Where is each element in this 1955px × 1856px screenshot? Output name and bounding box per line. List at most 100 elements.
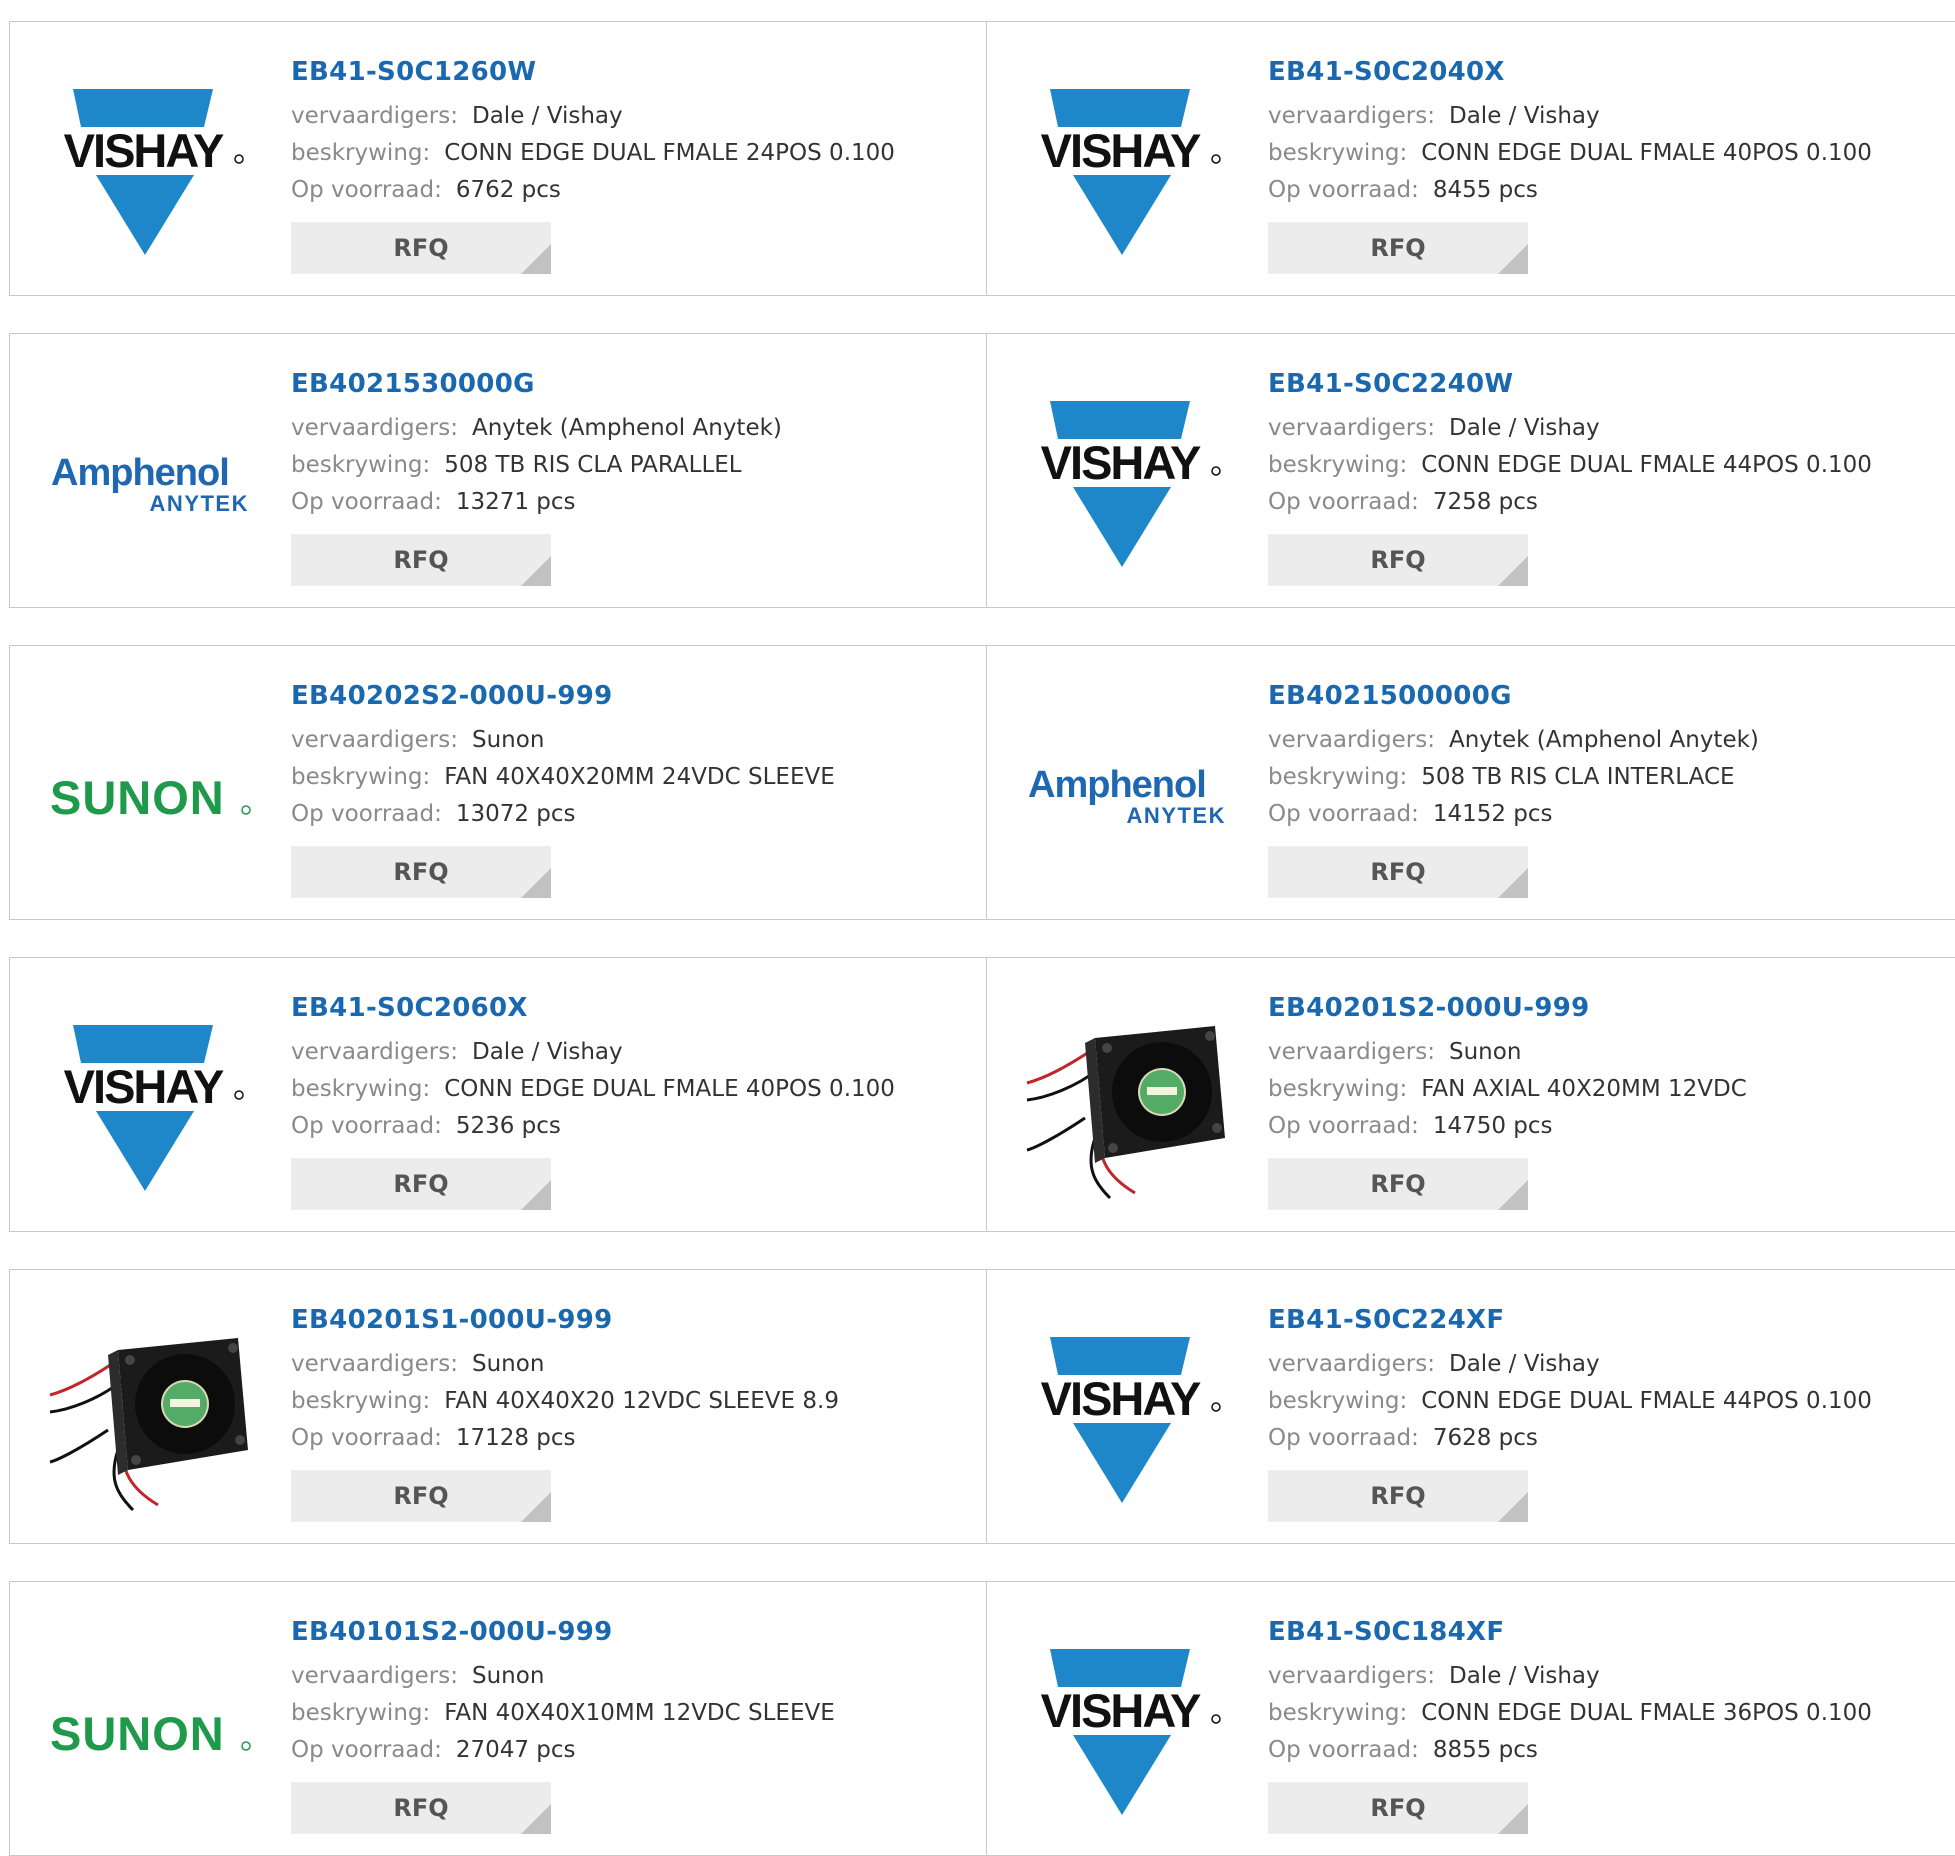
stock-label: Op voorraad: — [1268, 1737, 1419, 1763]
rfq-button[interactable]: RFQ — [1268, 222, 1528, 274]
part-number-link[interactable]: EB4021530000G — [291, 364, 782, 404]
description-row: beskrywing: FAN 40X40X20 12VDC SLEEVE 8.9 — [291, 1383, 839, 1420]
rfq-button[interactable]: RFQ — [1268, 1158, 1528, 1210]
product-card: VISHAY EB41-S0C2040X vervaardigers: Dale … — [987, 21, 1955, 296]
stock-value: 6762 pcs — [455, 177, 561, 203]
product-info: EB4021530000G vervaardigers: Anytek (Amph… — [291, 364, 782, 586]
part-number-link[interactable]: EB40101S2-000U-999 — [291, 1612, 835, 1652]
rfq-button[interactable]: RFQ — [1268, 1782, 1528, 1834]
stock-row: Op voorraad: 14152 pcs — [1268, 796, 1759, 833]
description-value: CONN EDGE DUAL FMALE 44POS 0.100 — [1421, 452, 1872, 478]
description-value: CONN EDGE DUAL FMALE 40POS 0.100 — [444, 1076, 895, 1102]
product-card: Amphenol ANYTEK EB4021530000G vervaardig… — [9, 333, 987, 608]
rfq-button[interactable]: RFQ — [1268, 1470, 1528, 1522]
manufacturer-label: vervaardigers: — [1268, 1039, 1435, 1065]
corner-triangle-icon — [1498, 244, 1528, 274]
rfq-button[interactable]: RFQ — [1268, 846, 1528, 898]
manufacturer-logo[interactable]: VISHAY — [48, 72, 254, 272]
manufacturer-value: Sunon — [472, 727, 545, 753]
manufacturer-value: Dale / Vishay — [1449, 103, 1600, 129]
rfq-label: RFQ — [1370, 858, 1426, 886]
description-value: 508 TB RIS CLA PARALLEL — [444, 452, 742, 478]
manufacturer-logo[interactable] — [48, 1320, 254, 1520]
stock-label: Op voorraad: — [291, 177, 442, 203]
manufacturer-logo[interactable]: Amphenol ANYTEK — [48, 384, 254, 584]
part-number-link[interactable]: EB40201S1-000U-999 — [291, 1300, 839, 1340]
part-number-link[interactable]: EB41-S0C1260W — [291, 52, 895, 92]
manufacturer-logo[interactable]: SUNON — [48, 1632, 254, 1832]
rfq-button[interactable]: RFQ — [291, 846, 551, 898]
stock-label: Op voorraad: — [1268, 1425, 1419, 1451]
vishay-logo-text: VISHAY — [64, 1060, 224, 1113]
manufacturer-logo[interactable]: VISHAY — [48, 1008, 254, 1208]
rfq-label: RFQ — [393, 234, 449, 262]
part-number-link[interactable]: EB41-S0C2240W — [1268, 364, 1872, 404]
stock-value: 13271 pcs — [455, 489, 576, 515]
stock-label: Op voorraad: — [291, 1425, 442, 1451]
product-info: EB40202S2-000U-999 vervaardigers: Sunon b… — [291, 676, 835, 898]
description-label: beskrywing: — [291, 764, 431, 790]
description-value: FAN 40X40X10MM 12VDC SLEEVE — [444, 1700, 835, 1726]
manufacturer-logo[interactable] — [1025, 1008, 1231, 1208]
description-value: 508 TB RIS CLA INTERLACE — [1421, 764, 1735, 790]
description-row: beskrywing: CONN EDGE DUAL FMALE 44POS 0.… — [1268, 1383, 1872, 1420]
manufacturer-row: vervaardigers: Anytek (Amphenol Anytek) — [1268, 722, 1759, 759]
part-number-link[interactable]: EB41-S0C2040X — [1268, 52, 1872, 92]
product-info: EB41-S0C2060X vervaardigers: Dale / Visha… — [291, 988, 895, 1210]
corner-triangle-icon — [1498, 556, 1528, 586]
description-value: FAN 40X40X20 12VDC SLEEVE 8.9 — [444, 1388, 839, 1414]
part-number-link[interactable]: EB41-S0C2060X — [291, 988, 895, 1028]
stock-row: Op voorraad: 8455 pcs — [1268, 172, 1872, 209]
rfq-button[interactable]: RFQ — [291, 1158, 551, 1210]
sunon-logo-icon: SUNON — [50, 1707, 251, 1760]
rfq-button[interactable]: RFQ — [291, 1782, 551, 1834]
stock-value: 5236 pcs — [455, 1113, 561, 1139]
manufacturer-logo[interactable]: VISHAY — [1025, 72, 1231, 272]
stock-row: Op voorraad: 6762 pcs — [291, 172, 895, 209]
description-label: beskrywing: — [291, 1388, 431, 1414]
part-number-link[interactable]: EB41-S0C224XF — [1268, 1300, 1872, 1340]
stock-label: Op voorraad: — [1268, 489, 1419, 515]
amphenol-logo-icon: Amphenol ANYTEK — [1028, 764, 1225, 828]
stock-row: Op voorraad: 13271 pcs — [291, 484, 782, 521]
manufacturer-logo[interactable]: SUNON — [48, 696, 254, 896]
rfq-button[interactable]: RFQ — [1268, 534, 1528, 586]
manufacturer-logo[interactable]: VISHAY — [1025, 384, 1231, 584]
product-card: VISHAY EB41-S0C1260W vervaardigers: Dale … — [9, 21, 987, 296]
product-info: EB41-S0C224XF vervaardigers: Dale / Visha… — [1268, 1300, 1872, 1522]
rfq-label: RFQ — [1370, 1170, 1426, 1198]
description-row: beskrywing: CONN EDGE DUAL FMALE 44POS 0.… — [1268, 447, 1872, 484]
corner-triangle-icon — [1498, 1804, 1528, 1834]
rfq-label: RFQ — [393, 1482, 449, 1510]
part-number-link[interactable]: EB40202S2-000U-999 — [291, 676, 835, 716]
description-label: beskrywing: — [1268, 764, 1408, 790]
part-number-link[interactable]: EB4021500000G — [1268, 676, 1759, 716]
rfq-button[interactable]: RFQ — [291, 534, 551, 586]
product-info: EB40101S2-000U-999 vervaardigers: Sunon b… — [291, 1612, 835, 1834]
description-label: beskrywing: — [1268, 452, 1408, 478]
description-row: beskrywing: CONN EDGE DUAL FMALE 40POS 0.… — [1268, 135, 1872, 172]
product-info: EB41-S0C1260W vervaardigers: Dale / Visha… — [291, 52, 895, 274]
corner-triangle-icon — [521, 244, 551, 274]
part-number-link[interactable]: EB41-S0C184XF — [1268, 1612, 1872, 1652]
part-number-link[interactable]: EB40201S2-000U-999 — [1268, 988, 1747, 1028]
manufacturer-logo[interactable]: Amphenol ANYTEK — [1025, 696, 1231, 896]
manufacturer-logo[interactable]: VISHAY — [1025, 1320, 1231, 1520]
product-card: EB40201S1-000U-999 vervaardigers: Sunon b… — [9, 1269, 987, 1544]
manufacturer-logo[interactable]: VISHAY — [1025, 1632, 1231, 1832]
rfq-button[interactable]: RFQ — [291, 1470, 551, 1522]
description-label: beskrywing: — [1268, 1700, 1408, 1726]
product-info: EB40201S1-000U-999 vervaardigers: Sunon b… — [291, 1300, 839, 1522]
manufacturer-row: vervaardigers: Dale / Vishay — [291, 1034, 895, 1071]
vishay-logo-text: VISHAY — [64, 124, 224, 177]
stock-value: 8455 pcs — [1432, 177, 1538, 203]
manufacturer-row: vervaardigers: Dale / Vishay — [1268, 98, 1872, 135]
product-card: Amphenol ANYTEK EB4021500000G vervaardig… — [987, 645, 1955, 920]
stock-label: Op voorraad: — [291, 489, 442, 515]
manufacturer-row: vervaardigers: Dale / Vishay — [1268, 1658, 1872, 1695]
rfq-label: RFQ — [1370, 1794, 1426, 1822]
product-info: EB41-S0C2240W vervaardigers: Dale / Visha… — [1268, 364, 1872, 586]
rfq-button[interactable]: RFQ — [291, 222, 551, 274]
product-info: EB41-S0C2040X vervaardigers: Dale / Visha… — [1268, 52, 1872, 274]
vishay-logo-icon: VISHAY — [1041, 1337, 1221, 1503]
